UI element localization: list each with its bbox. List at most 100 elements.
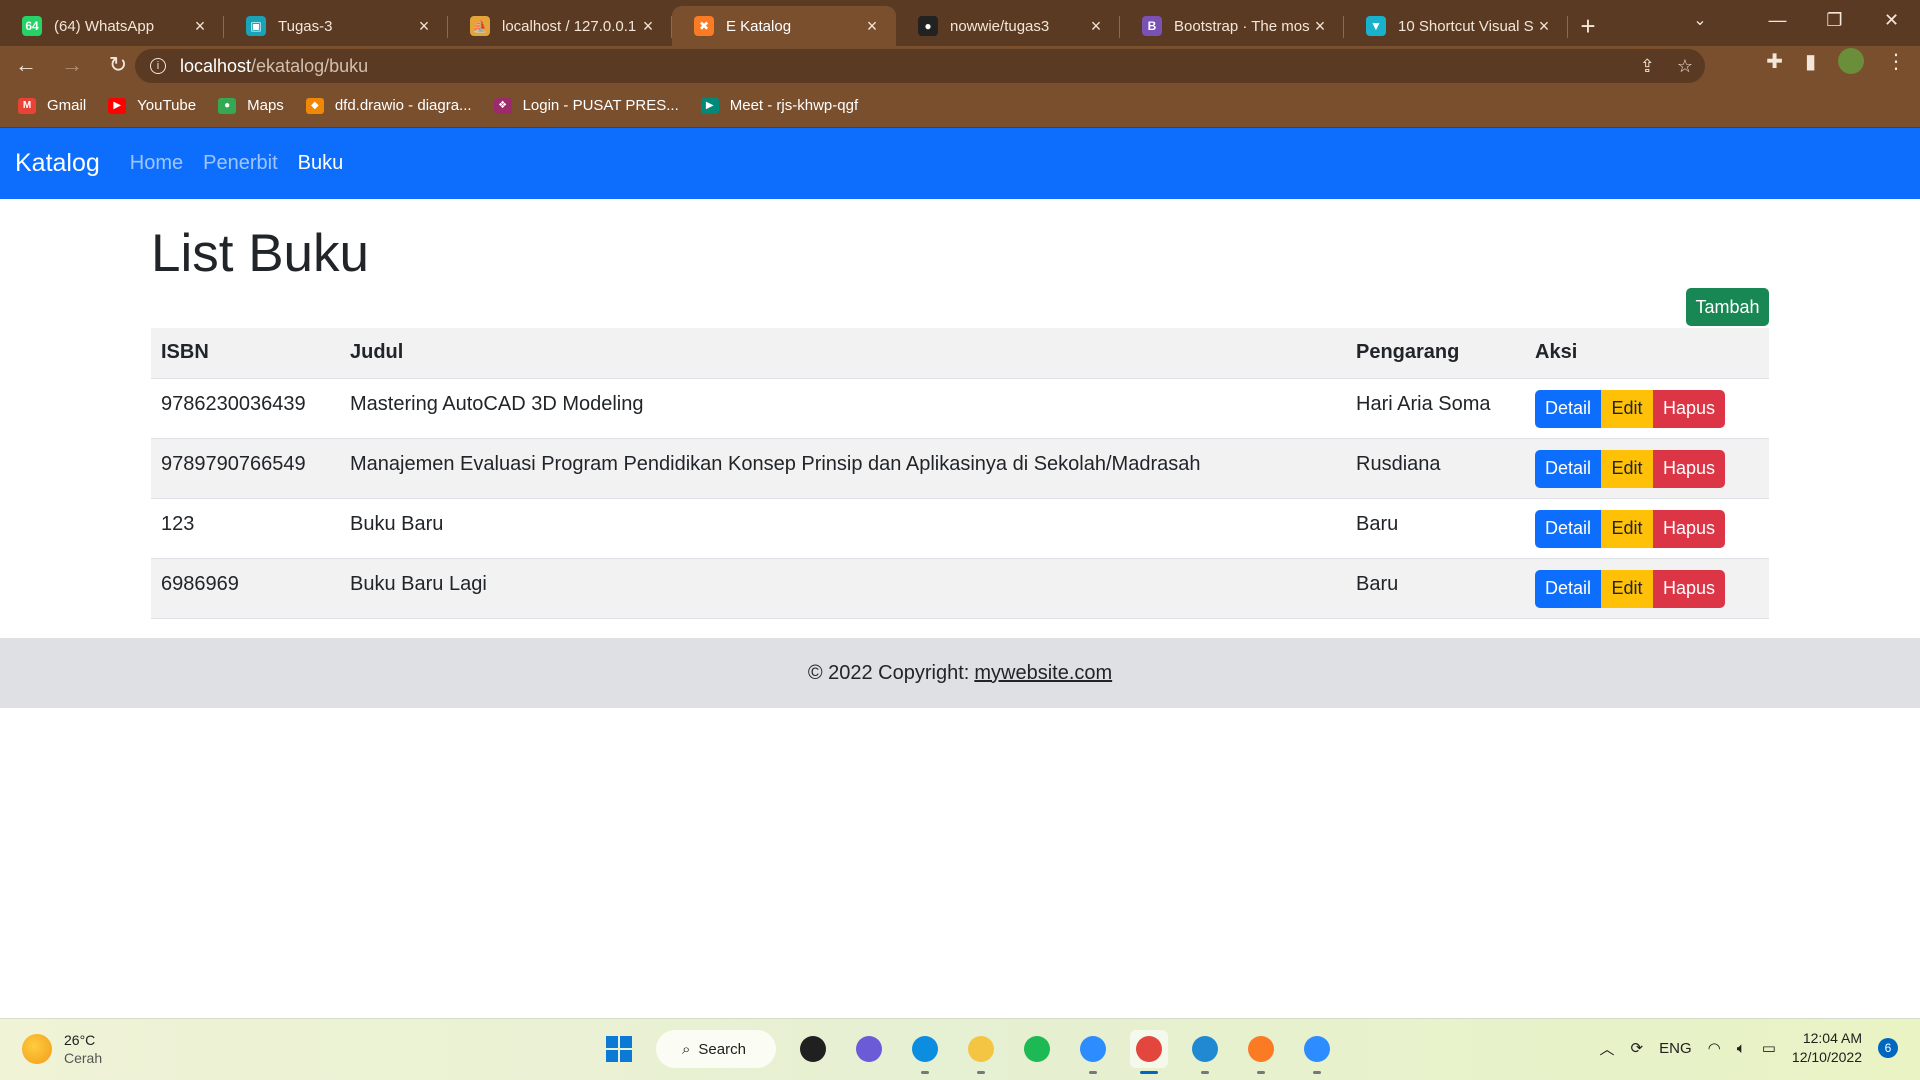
edge-icon[interactable] [906, 1030, 944, 1074]
bookmark-item[interactable]: M Gmail [18, 97, 86, 114]
detail-button[interactable]: Detail [1535, 569, 1601, 608]
clock[interactable]: 12:04 AM 12/10/2022 [1792, 1029, 1862, 1067]
add-book-button[interactable]: Tambah [1686, 288, 1769, 326]
tab-title: localhost / 127.0.0.1 / [502, 17, 638, 35]
bookmark-item[interactable]: ▶ YouTube [108, 97, 196, 114]
edit-button[interactable]: Edit [1601, 389, 1653, 428]
delete-button[interactable]: Hapus [1653, 389, 1725, 428]
detail-button[interactable]: Detail [1535, 389, 1601, 428]
forward-icon[interactable]: → [52, 48, 92, 82]
file-explorer-icon[interactable] [962, 1030, 1000, 1074]
start-icon[interactable] [600, 1030, 638, 1068]
tab-title: (64) WhatsApp [54, 17, 155, 35]
tab-title: 10 Shortcut Visual Stu [1398, 17, 1534, 35]
tab-close-icon[interactable]: × [862, 16, 882, 37]
edit-button[interactable]: Edit [1601, 509, 1653, 548]
tab-close-icon[interactable]: × [414, 16, 434, 37]
bookmark-label: Meet - rjs-khwp-qgf [729, 97, 859, 114]
browser-tab[interactable]: ● nowwie/tugas3 × [896, 6, 1120, 46]
bookmark-item[interactable]: ❖ Login - PUSAT PRES... [493, 97, 679, 114]
delete-button[interactable]: Hapus [1653, 449, 1725, 488]
xampp-icon[interactable] [1242, 1030, 1280, 1074]
nav-home[interactable]: Home [130, 152, 183, 175]
browser-tab[interactable]: ▣ Tugas-3 × [224, 6, 448, 46]
minimize-icon[interactable]: — [1749, 0, 1806, 40]
restore-icon[interactable]: ❐ [1806, 0, 1863, 40]
xampp-icon: ✖ [694, 16, 714, 36]
tab-close-icon[interactable]: × [1086, 16, 1106, 37]
delete-button[interactable]: Hapus [1653, 509, 1725, 548]
cell-judul: Buku Baru Lagi [340, 558, 1346, 619]
window-controls: — ❐ ✕ [1749, 0, 1920, 40]
tray-chevron-icon[interactable]: ︿ [1600, 1038, 1615, 1059]
zoom-meetings-icon[interactable] [1298, 1030, 1336, 1074]
page-title: List Buku [151, 224, 370, 283]
cell-isbn: 9786230036439 [151, 378, 340, 439]
vscode-icon[interactable] [1186, 1030, 1224, 1074]
edit-button[interactable]: Edit [1601, 449, 1653, 488]
running-indicator [977, 1071, 985, 1074]
browser-tab[interactable]: B Bootstrap · The most × [1120, 6, 1344, 46]
clock-date: 12/10/2022 [1791, 1049, 1862, 1065]
wifi-icon[interactable]: ◠ [1708, 1039, 1721, 1057]
browser-tab[interactable]: ▼ 10 Shortcut Visual Stu × [1344, 6, 1568, 46]
edit-button[interactable]: Edit [1601, 569, 1653, 608]
close-window-icon[interactable]: ✕ [1863, 0, 1920, 40]
table-row: 6986969 Buku Baru Lagi Baru Detail Edit Hapus [151, 558, 1769, 619]
delete-button[interactable]: Hapus [1653, 569, 1725, 608]
table-row: 9789790766549 Manajemen Evaluasi Program … [151, 438, 1769, 499]
browser-tab[interactable]: ✖ E Katalog × [672, 6, 896, 46]
action-buttons: Detail Edit Hapus [1535, 569, 1725, 608]
tab-search-icon[interactable]: ⌄ [1680, 0, 1720, 40]
system-tray: ︿ ⟳ ENG ◠ 🔈︎ ▭ 12:04 AM 12/10/2022 6 [1600, 1029, 1898, 1067]
language-indicator[interactable]: ENG [1659, 1040, 1692, 1057]
reload-icon[interactable]: ↻ [98, 48, 138, 82]
extensions-icon[interactable]: ✚ [1766, 49, 1783, 74]
chrome-icon[interactable] [1130, 1030, 1168, 1074]
new-tab-button[interactable]: + [1568, 6, 1608, 46]
bookmark-item[interactable]: ● Maps [218, 97, 284, 114]
spotify-icon[interactable] [1018, 1030, 1056, 1068]
sync-icon[interactable]: ⟳ [1631, 1039, 1644, 1057]
back-icon[interactable]: ← [6, 48, 46, 82]
battery-icon[interactable]: ▭ [1762, 1039, 1776, 1057]
footer-link[interactable]: mywebsite.com [974, 662, 1112, 685]
browser-tab[interactable]: ⛵ localhost / 127.0.0.1 /× [448, 6, 672, 46]
github-icon: ● [918, 16, 938, 36]
tab-close-icon[interactable]: × [1310, 16, 1330, 37]
tab-close-icon[interactable]: × [638, 16, 658, 37]
bookmark-item[interactable]: ◆ dfd.drawio - diagra... [305, 97, 472, 114]
nav-penerbit[interactable]: Penerbit [203, 152, 278, 175]
volume-icon[interactable]: 🔈︎ [1737, 1040, 1746, 1057]
tab-title: nowwie/tugas3 [950, 17, 1050, 35]
share-icon[interactable]: ⇪ [1640, 56, 1655, 77]
address-bar[interactable]: i localhost/ekatalog/buku ⇪ ☆ [135, 49, 1705, 83]
tab-close-icon[interactable]: × [1534, 16, 1554, 37]
bookmarks-bar: M Gmail ▶ YouTube ● Maps ◆ dfd.drawio - diagra.… [0, 84, 1920, 128]
side-panel-icon[interactable]: ▮ [1805, 49, 1816, 74]
nav-buku[interactable]: Buku [298, 152, 344, 175]
search-label: Search [698, 1040, 746, 1058]
detail-button[interactable]: Detail [1535, 509, 1601, 548]
site-info-icon[interactable]: i [150, 58, 166, 74]
navbar-brand[interactable]: Katalog [15, 149, 100, 178]
detail-button[interactable]: Detail [1535, 449, 1601, 488]
bookmark-item[interactable]: ▶ Meet - rjs-khwp-qgf [700, 97, 859, 114]
menu-icon[interactable]: ⋮ [1886, 49, 1906, 74]
tab-close-icon[interactable]: × [190, 16, 210, 37]
phpmyadmin-icon: ⛵ [470, 16, 490, 36]
task-view-icon[interactable] [794, 1030, 832, 1068]
tab-strip: 64 (64) WhatsApp × ▣ Tugas-3 × ⛵ localhost / 12… [0, 0, 1920, 46]
taskbar-search[interactable]: ⌕ Search [656, 1030, 776, 1068]
header-pengarang: Pengarang [1346, 328, 1525, 379]
cell-judul: Mastering AutoCAD 3D Modeling [340, 378, 1346, 439]
profile-avatar[interactable] [1838, 48, 1864, 74]
notification-badge[interactable]: 6 [1878, 1038, 1898, 1058]
bookmark-star-icon[interactable]: ☆ [1677, 56, 1693, 77]
browser-tab[interactable]: 64 (64) WhatsApp × [0, 6, 224, 46]
weather-widget[interactable]: 26°C Cerah [22, 1031, 102, 1067]
zoom-icon[interactable] [1074, 1030, 1112, 1074]
header-aksi: Aksi [1525, 328, 1769, 379]
gmail-icon: M [18, 97, 36, 114]
chat-icon[interactable] [850, 1030, 888, 1068]
